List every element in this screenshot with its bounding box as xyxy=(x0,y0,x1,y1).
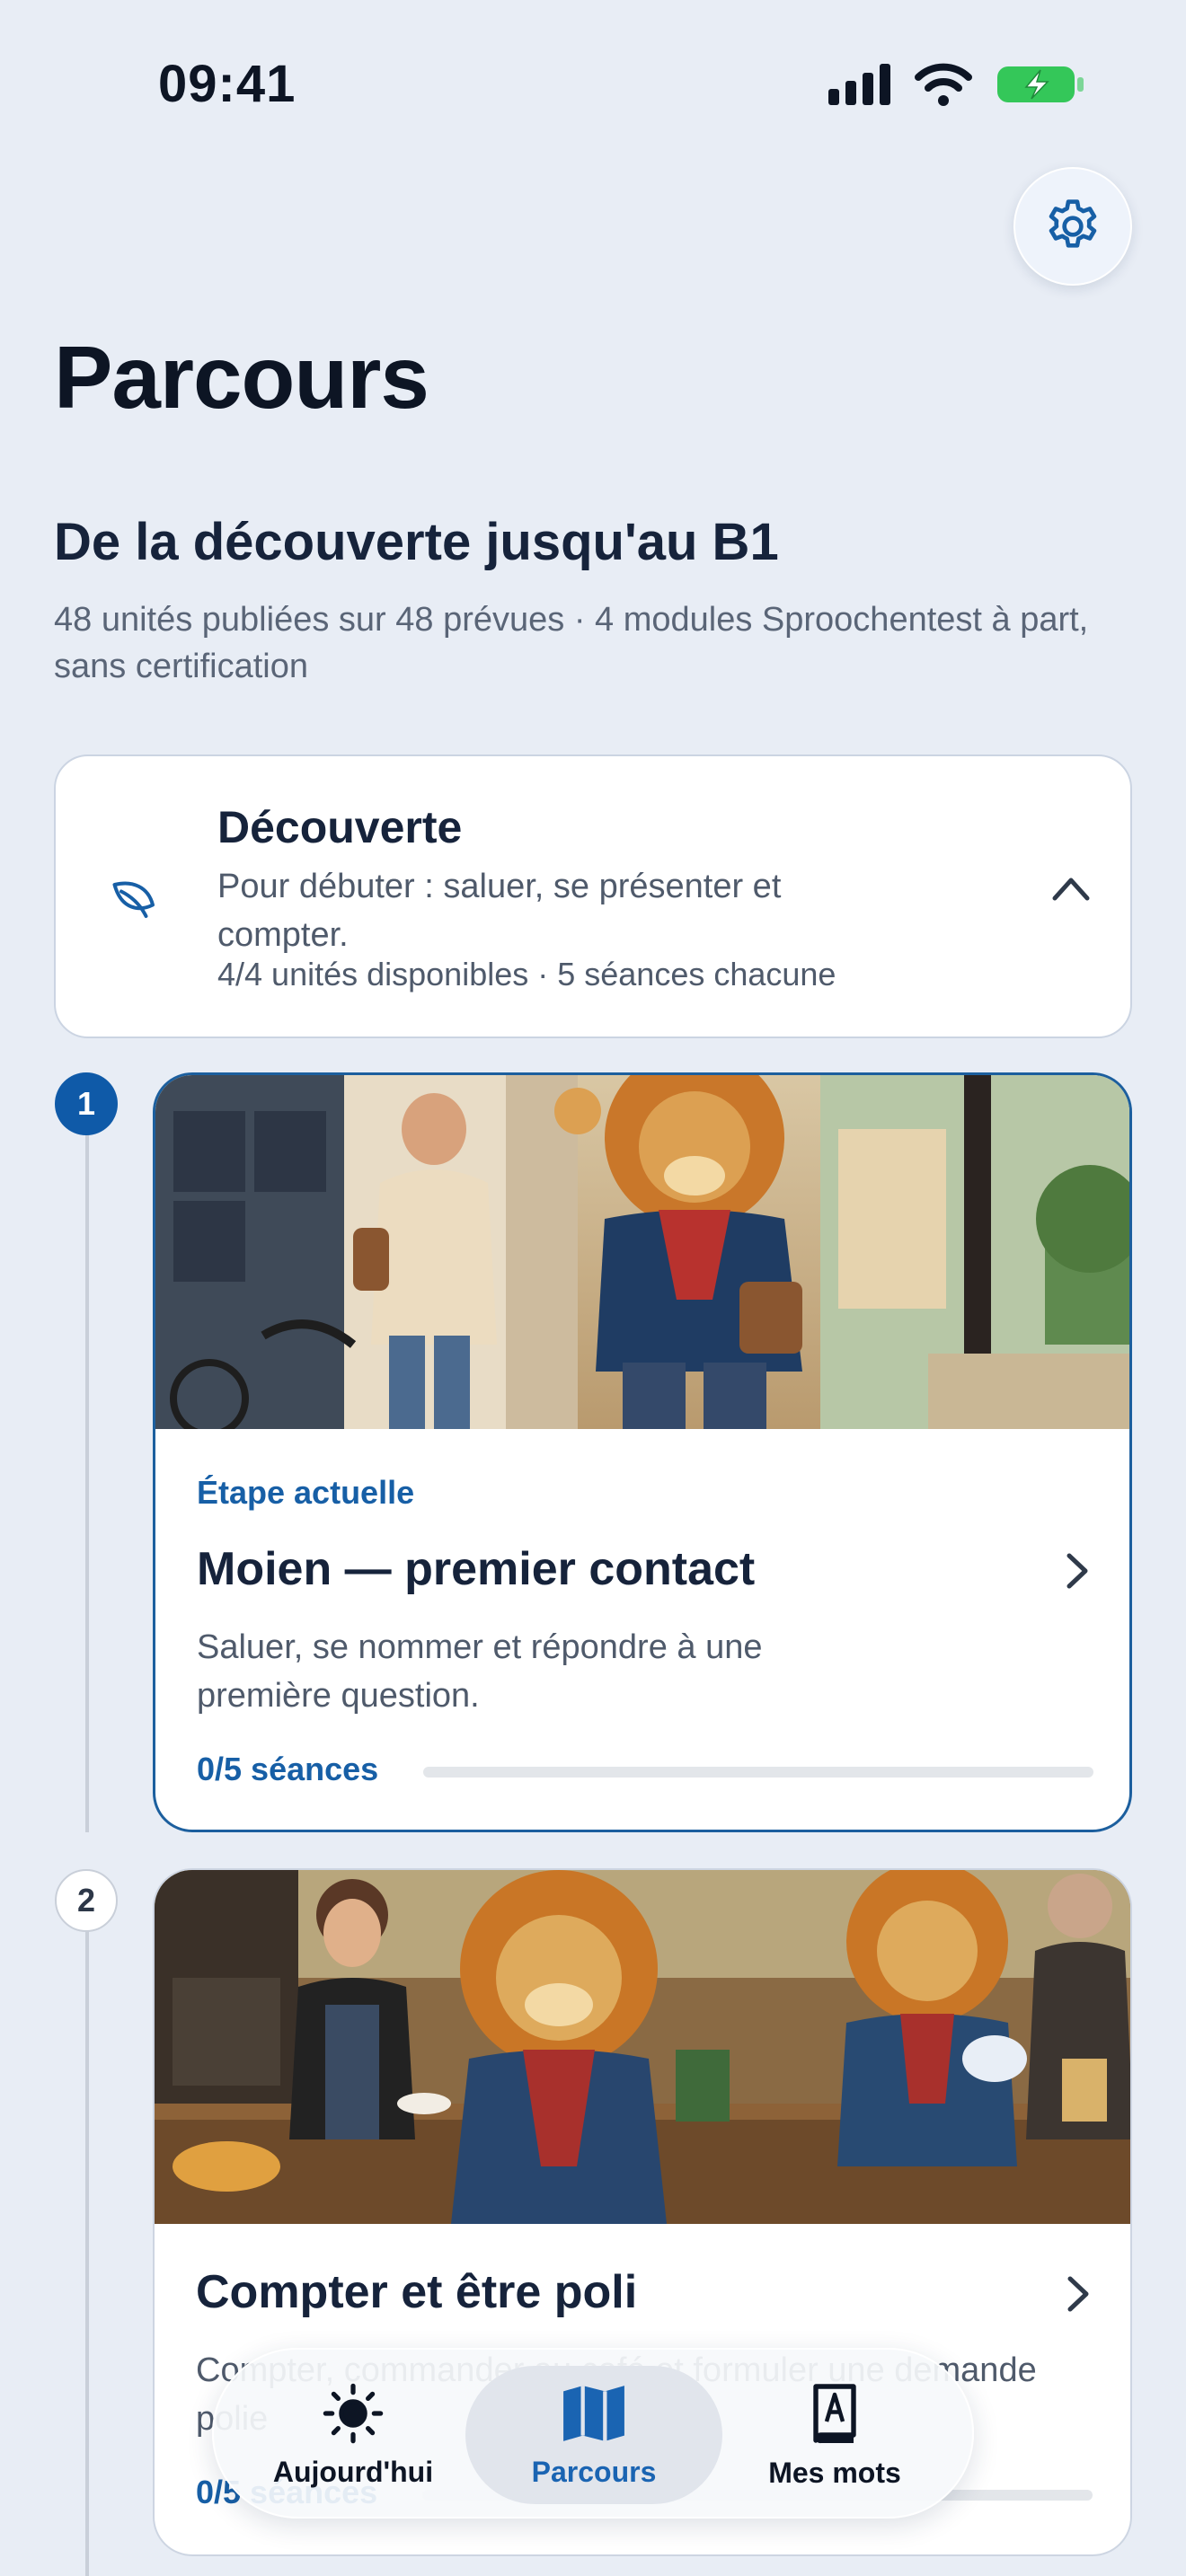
unit-description: Saluer, se nommer et répondre à une prem… xyxy=(197,1628,763,1715)
wifi-icon xyxy=(915,63,972,106)
status-icons xyxy=(828,63,1085,106)
sun-icon xyxy=(323,2383,384,2443)
unit-title: Compter et être poli xyxy=(196,2266,638,2318)
timeline-line xyxy=(85,1103,89,1832)
tab-label: Parcours xyxy=(531,2455,657,2488)
tab-label: Aujourd'hui xyxy=(272,2455,434,2488)
tab-bar: Aujourd'hui Parcours Mes mots xyxy=(212,2348,974,2519)
module-meta: 4/4 unités disponibles · 5 séances chacu… xyxy=(217,956,836,992)
step-number-1: 1 xyxy=(55,1072,118,1135)
gear-icon xyxy=(1049,199,1097,248)
sessions-progress-label: 0/5 séances xyxy=(197,1751,379,1787)
step-number-2: 2 xyxy=(55,1869,118,1932)
module-card-decouverte[interactable]: Découverte Pour débuter : saluer, se pré… xyxy=(54,754,1132,1038)
module-description: Pour débuter : saluer, se présenter et c… xyxy=(217,868,782,954)
tab-label: Mes mots xyxy=(768,2456,901,2489)
module-title: Découverte xyxy=(217,802,463,852)
sessions-progress-bar xyxy=(423,1767,1093,1778)
status-bar: 09:41 xyxy=(0,0,1186,171)
map-icon xyxy=(563,2385,624,2441)
dictionary-icon xyxy=(813,2383,856,2443)
leaf-icon xyxy=(112,881,155,918)
chevron-up-icon[interactable] xyxy=(1051,875,1091,902)
chevron-right-icon xyxy=(1067,2276,1089,2312)
path-title: De la découverte jusqu'au B1 xyxy=(54,513,779,571)
unit-illustration xyxy=(155,1075,1129,1429)
chevron-right-icon xyxy=(1067,1553,1088,1589)
tab-parcours[interactable]: Parcours xyxy=(465,2366,722,2504)
unit-illustration xyxy=(155,1870,1130,2224)
page-title: Parcours xyxy=(54,328,429,427)
tab-mes-mots[interactable]: Mes mots xyxy=(706,2366,963,2504)
cellular-signal-icon xyxy=(828,64,890,105)
tab-today[interactable]: Aujourd'hui xyxy=(225,2366,482,2504)
path-subtitle: 48 unités publiées sur 48 prévues · 4 mo… xyxy=(54,601,1089,685)
unit-card-1[interactable]: Étape actuelle Moien — premier contact S… xyxy=(153,1072,1132,1832)
settings-button[interactable] xyxy=(1013,167,1132,286)
status-time: 09:41 xyxy=(158,55,296,113)
current-step-label: Étape actuelle xyxy=(197,1474,415,1511)
unit-title: Moien — premier contact xyxy=(197,1543,756,1595)
timeline-line xyxy=(85,1931,89,2576)
battery-charging-icon xyxy=(997,66,1084,102)
